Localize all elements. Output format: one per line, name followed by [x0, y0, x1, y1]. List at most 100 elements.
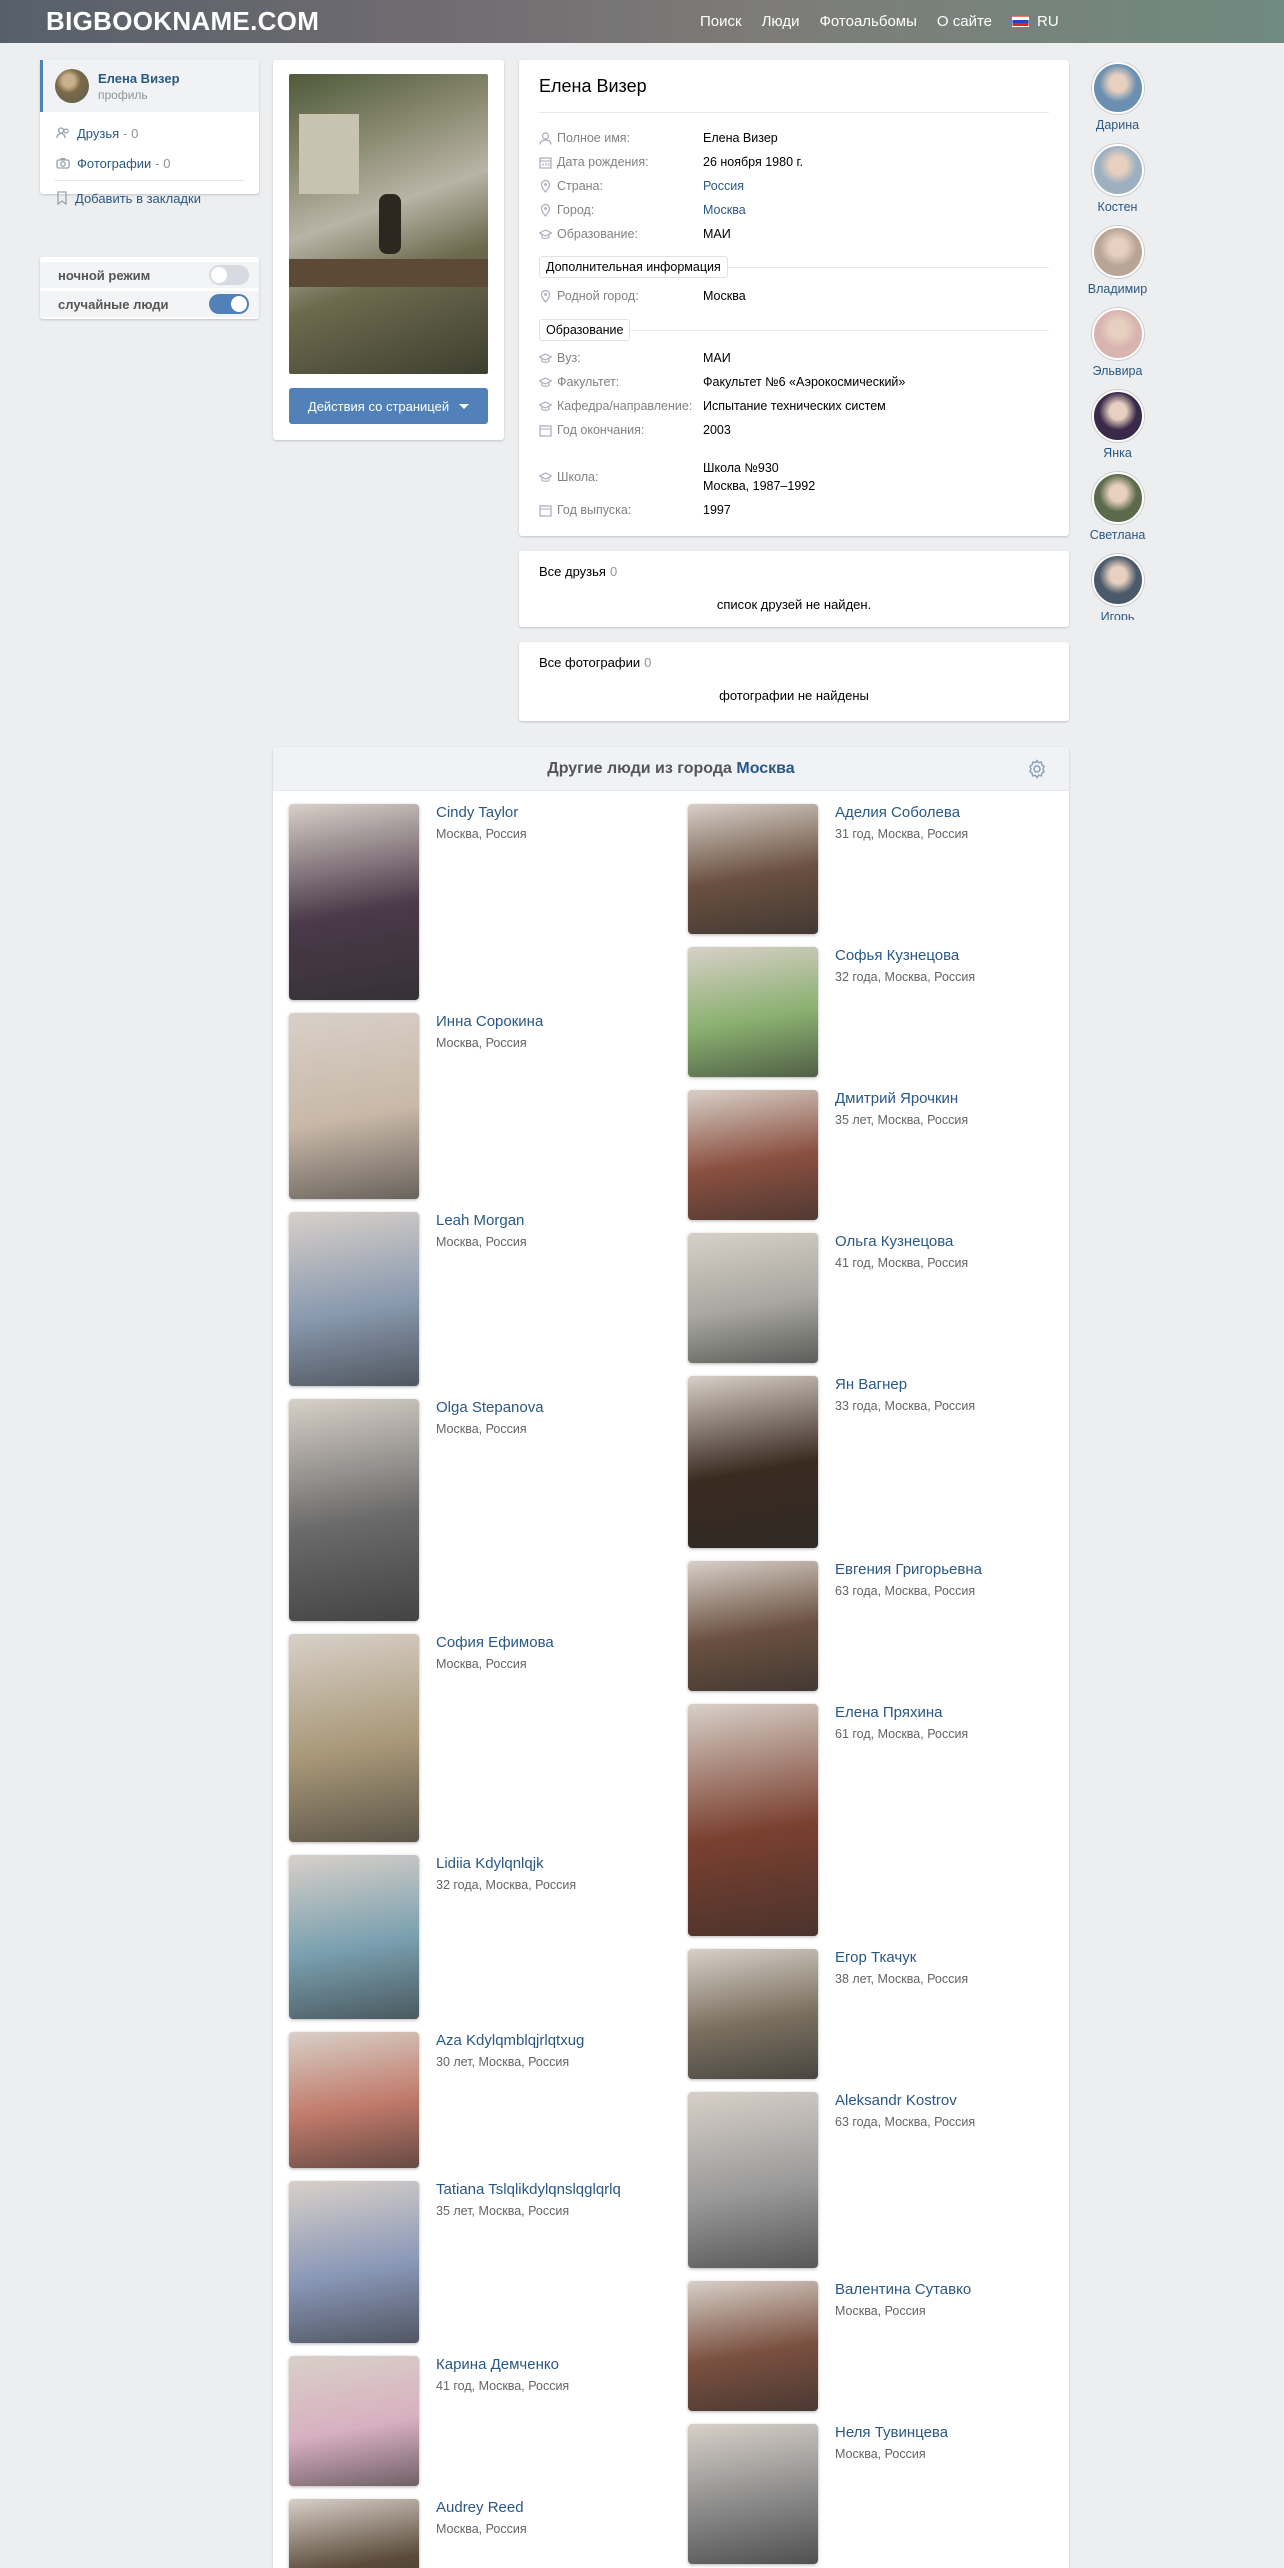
person-name-link[interactable]: Елена Пряхина: [835, 1704, 968, 1721]
person-card[interactable]: Неля Тувинцева Москва, Россия: [688, 2424, 1068, 2564]
nav-people[interactable]: Люди: [762, 13, 800, 30]
school-value: Школа №930 Москва, 1987–1992: [703, 461, 815, 493]
person-card[interactable]: Tatiana Tslqlikdylqnslqglqrlq 35 лет, Мос…: [289, 2181, 669, 2343]
person-photo[interactable]: [289, 2356, 419, 2486]
person-photo[interactable]: [688, 2281, 818, 2411]
person-card[interactable]: Карина Демченко 41 год, Москва, Россия: [289, 2356, 669, 2486]
person-name-link[interactable]: София Ефимова: [436, 1634, 554, 1651]
row-label: Город:: [557, 203, 595, 217]
person-name-link[interactable]: Валентина Сутавко: [835, 2281, 971, 2298]
random-person[interactable]: Янка: [1080, 390, 1155, 472]
person-photo[interactable]: [688, 1704, 818, 1936]
night-mode-toggle[interactable]: [209, 265, 249, 285]
person-card[interactable]: Aleksandr Kostrov 63 года, Москва, Россия: [688, 2092, 1068, 2268]
random-person[interactable]: Эльвира: [1080, 308, 1155, 390]
person-photo[interactable]: [289, 2032, 419, 2168]
person-card[interactable]: Leah Morgan Москва, Россия: [289, 1212, 669, 1386]
person-card[interactable]: Дмитрий Ярочкин 35 лет, Москва, Россия: [688, 1090, 1068, 1220]
person-photo[interactable]: [289, 1013, 419, 1199]
person-card[interactable]: Audrey Reed Москва, Россия: [289, 2499, 669, 2568]
person-photo[interactable]: [688, 1090, 818, 1220]
faculty-value: Факультет №6 «Аэрокосмический»: [703, 375, 906, 389]
random-person[interactable]: Игорь: [1080, 554, 1155, 620]
person-card[interactable]: Ян Вагнер 33 года, Москва, Россия: [688, 1376, 1068, 1548]
site-logo[interactable]: BIGBOOKNAME.COM: [46, 6, 319, 37]
language-label: RU: [1037, 13, 1059, 30]
person-photo[interactable]: [688, 947, 818, 1077]
person-name-link[interactable]: Карина Демченко: [436, 2356, 569, 2373]
russia-flag-icon: [1012, 16, 1029, 27]
person-photo[interactable]: [688, 1561, 818, 1691]
person-photo[interactable]: [289, 1855, 419, 2019]
sidebar-item-photos[interactable]: Фотографии - 0: [40, 148, 259, 178]
sidebar-user[interactable]: Елена Визер профиль: [40, 60, 259, 112]
person-photo[interactable]: [289, 1212, 419, 1386]
person-photo[interactable]: [289, 804, 419, 1000]
page-actions-button[interactable]: Действия со страницей: [289, 388, 488, 424]
person-card[interactable]: Ольга Кузнецова 41 год, Москва, Россия: [688, 1233, 1068, 1363]
random-person[interactable]: Светлана: [1080, 472, 1155, 554]
person-card[interactable]: Егор Ткачук 38 лет, Москва, Россия: [688, 1949, 1068, 2079]
person-info: Софья Кузнецова 32 года, Москва, Россия: [835, 947, 975, 1077]
person-card[interactable]: Lidiia Kdylqnlqjk 32 года, Москва, Россия: [289, 1855, 669, 2019]
country-link[interactable]: Россия: [703, 179, 744, 193]
person-card[interactable]: Аделия Соболева 31 год, Москва, Россия: [688, 804, 1068, 934]
person-photo[interactable]: [688, 1949, 818, 2079]
person-card[interactable]: Софья Кузнецова 32 года, Москва, Россия: [688, 947, 1068, 1077]
person-name-link[interactable]: Инна Сорокина: [436, 1013, 543, 1030]
city-link[interactable]: Москва: [703, 203, 746, 217]
person-name-link[interactable]: Leah Morgan: [436, 1212, 527, 1229]
row-label: Страна:: [557, 179, 603, 193]
person-name-link[interactable]: Неля Тувинцева: [835, 2424, 948, 2441]
person-name-link[interactable]: Ян Вагнер: [835, 1376, 975, 1393]
person-name-link[interactable]: Cindy Taylor: [436, 804, 527, 821]
nav-albums[interactable]: Фотоальбомы: [819, 13, 916, 30]
person-card[interactable]: София Ефимова Москва, Россия: [289, 1634, 669, 1842]
title-prefix: Другие люди из города: [547, 760, 732, 777]
title-city-link[interactable]: Москва: [736, 760, 794, 777]
person-name-link[interactable]: Егор Ткачук: [835, 1949, 968, 1966]
person-photo[interactable]: [688, 1233, 818, 1363]
person-name-link[interactable]: Аделия Соболева: [835, 804, 968, 821]
person-name-link[interactable]: Aza Kdylqmblqjrlqtxug: [436, 2032, 584, 2049]
random-person[interactable]: Дарина: [1080, 62, 1155, 144]
nav-search[interactable]: Поиск: [700, 13, 742, 30]
random-person-name: Игорь: [1100, 610, 1135, 620]
person-name-link[interactable]: Lidiia Kdylqnlqjk: [436, 1855, 576, 1872]
profile-photo[interactable]: [289, 74, 488, 374]
person-card[interactable]: Olga Stepanova Москва, Россия: [289, 1399, 669, 1621]
person-name-link[interactable]: Евгения Григорьевна: [835, 1561, 982, 1578]
person-card[interactable]: Инна Сорокина Москва, Россия: [289, 1013, 669, 1199]
education-value: МАИ: [703, 227, 731, 241]
random-people-toggle[interactable]: [209, 294, 249, 314]
person-photo[interactable]: [688, 2092, 818, 2268]
person-card[interactable]: Евгения Григорьевна 63 года, Москва, Росс…: [688, 1561, 1068, 1691]
random-person[interactable]: Владимир: [1080, 226, 1155, 308]
person-card[interactable]: Aza Kdylqmblqjrlqtxug 30 лет, Москва, Рос…: [289, 2032, 669, 2168]
person-name-link[interactable]: Tatiana Tslqlikdylqnslqglqrlq: [436, 2181, 621, 2198]
person-name-link[interactable]: Aleksandr Kostrov: [835, 2092, 975, 2109]
person-name-link[interactable]: Audrey Reed: [436, 2499, 527, 2516]
person-photo[interactable]: [289, 2181, 419, 2343]
random-person[interactable]: Костен: [1080, 144, 1155, 226]
person-card[interactable]: Cindy Taylor Москва, Россия: [289, 804, 669, 1000]
person-name-link[interactable]: Софья Кузнецова: [835, 947, 975, 964]
person-name-link[interactable]: Дмитрий Ярочкин: [835, 1090, 968, 1107]
language-selector[interactable]: RU: [1012, 13, 1059, 30]
person-name-link[interactable]: Ольга Кузнецова: [835, 1233, 968, 1250]
nav-about[interactable]: О сайте: [937, 13, 992, 30]
sidebar-item-friends[interactable]: Друзья - 0: [40, 118, 259, 148]
person-photo[interactable]: [289, 1399, 419, 1621]
person-photo[interactable]: [289, 1634, 419, 1842]
person-photo[interactable]: [289, 2499, 419, 2568]
person-photo[interactable]: [688, 2424, 818, 2564]
person-card[interactable]: Елена Пряхина 61 год, Москва, Россия: [688, 1704, 1068, 1936]
person-photo[interactable]: [688, 804, 818, 934]
sidebar-item-bookmark[interactable]: Добавить в закладки: [40, 183, 259, 213]
photos-card-header[interactable]: Все фотографии 0: [539, 655, 651, 670]
gear-icon[interactable]: [1027, 759, 1047, 779]
person-photo[interactable]: [688, 1376, 818, 1548]
person-card[interactable]: Валентина Сутавко Москва, Россия: [688, 2281, 1068, 2411]
friends-card-header[interactable]: Все друзья 0: [539, 564, 617, 579]
person-name-link[interactable]: Olga Stepanova: [436, 1399, 544, 1416]
